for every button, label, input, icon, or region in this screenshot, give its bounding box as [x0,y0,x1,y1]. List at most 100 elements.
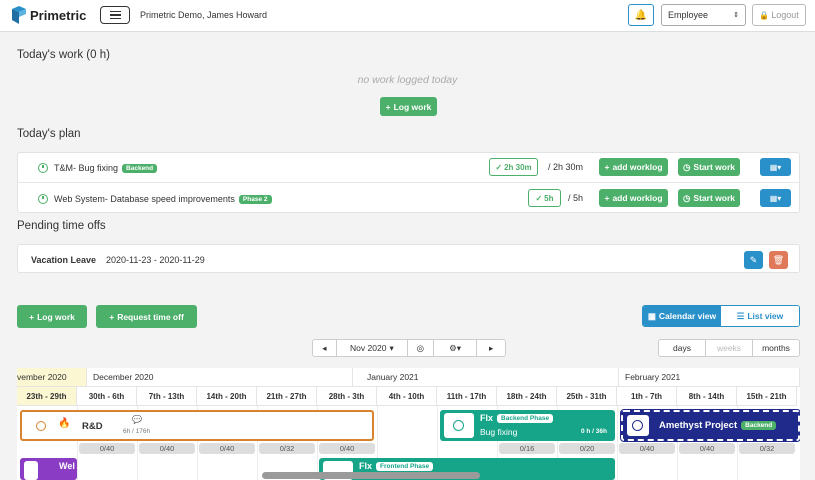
trash-icon: 🗑 [772,254,785,265]
project-name: Flx Backend Phase [480,413,554,424]
logged-time-button[interactable]: ✓ 2h 30m [489,158,538,176]
today-button[interactable]: ◎ [408,340,434,356]
week-header: 21th - 27th [257,387,317,406]
project-bar-rd[interactable]: 🔥 R&D 💬 6h / 176h [20,410,374,441]
hours-pill: 0/40 [79,443,135,454]
plan-task-name: T&M- Bug fixing Backend [54,163,158,174]
week-header: 30th - 6th [77,387,137,406]
target-icon: ◎ [416,342,425,353]
prev-button[interactable]: ◂ [313,340,337,356]
delete-timeoff-button[interactable]: 🗑 [769,251,788,269]
plus-icon: + [604,193,610,203]
month-picker[interactable]: Nov 2020 ▾ [337,340,409,356]
calendar-dropdown-button[interactable]: ▦▾ [760,189,791,207]
next-button[interactable]: ▸ [477,340,505,356]
hours-pill: 0/16 [499,443,555,454]
request-timeoff-button[interactable]: + Request time off [96,305,197,328]
bell-icon: 🔔 [634,9,648,21]
plan-row: T&M- Bug fixing Backend ✓ 2h 30m / 2h 30m … [18,153,801,183]
list-view-button[interactable]: ☰ List view [721,306,799,326]
list-icon: ☰ [736,310,745,321]
clock-icon [632,420,643,431]
pending-timeoffs-title: Pending time offs [17,220,106,232]
hours-pill: 0/32 [739,443,795,454]
todays-plan-title: Today's plan [17,128,81,140]
lock-icon: 🔒 [759,10,770,20]
add-worklog-button[interactable]: + add worklog [599,158,668,176]
planned-time: / 5h [568,193,584,203]
add-worklog-button[interactable]: + add worklog [599,189,668,207]
top-bar: Primetric Primetric Demo, James Howard 🔔… [0,0,815,32]
start-work-label: Start work [693,193,735,203]
scale-weeks-button[interactable]: weeks [706,340,753,356]
project-bar-amethyst[interactable]: Amethyst Project Backend [620,409,800,442]
week-header: 11th - 17th [437,387,497,406]
add-worklog-label: add worklog [612,193,663,203]
timeline-grid: vember 2020 December 2020 January 2021 F… [17,368,800,480]
plan-task-title: Web System- Database speed improvements [54,194,235,204]
role-select[interactable]: Employee ⇕ [661,4,746,26]
check-icon: ✓ [495,162,503,172]
week-header: 7th - 13th [137,387,197,406]
project-bar-web-partial[interactable]: Wel [20,458,77,480]
clock-icon [453,420,464,431]
app-logo[interactable]: Primetric [12,6,86,24]
week-header: 8th - 14th [677,387,737,406]
start-work-button[interactable]: ◷ Start work [678,189,740,207]
edit-timeoff-button[interactable]: ✎ [744,251,763,269]
caret-left-icon: ◂ [322,342,327,353]
scale-days-button[interactable]: days [659,340,706,356]
todays-work-title: Today's work (0 h) [17,49,110,61]
role-select-value: Employee [668,10,709,20]
menu-toggle-button[interactable] [100,6,130,24]
hours-pill: 0/40 [319,443,375,454]
timeline-horizontal-scrollbar[interactable] [262,472,480,479]
timeline-nav: ◂ Nov 2020 ▾ ◎ ⚙▾ ▸ [312,339,506,357]
month-header: January 2021 [353,368,619,387]
clock-icon: ◷ [683,161,691,172]
project-bar-flx-bug[interactable]: Flx Backend Phase Bug fixing 0 h / 36h [440,410,615,441]
phase-tag: Backend Phase [497,414,554,424]
month-header: December 2020 [87,368,353,387]
caret-right-icon: ▸ [489,342,494,353]
plus-icon: + [109,311,115,322]
week-header: 15th - 21th [737,387,797,406]
log-work-button[interactable]: + Log work [17,305,87,328]
phase-tag: Phase 2 [238,195,272,205]
clock-icon [36,421,46,431]
flame-icon: 🔥 [58,418,71,429]
calendar-view-label: Calendar view [658,311,717,321]
month-header: February 2021 [619,368,800,387]
project-hours: 6h / 176h [123,428,151,435]
comment-icon: 💬 [132,415,142,424]
log-work-today-button[interactable]: + Log work [380,97,437,116]
start-work-label: Start work [693,162,735,172]
logout-button[interactable]: 🔒 Logout [752,4,806,26]
clock-icon: ◷ [683,192,691,203]
scale-toggle: days weeks months [658,339,800,357]
phase-tag: Backend [122,164,158,174]
list-view-label: List view [747,311,784,321]
pencil-icon: ✎ [749,254,758,265]
start-work-button[interactable]: ◷ Start work [678,158,740,176]
week-header: 14th - 20th [197,387,257,406]
settings-dropdown[interactable]: ⚙▾ [434,340,478,356]
log-work-label: Log work [37,311,75,322]
plan-row: Web System- Database speed improvements P… [18,183,801,213]
scale-months-button[interactable]: months [753,340,799,356]
week-header: 18th - 24th [497,387,557,406]
request-timeoff-label: Request time off [117,311,184,322]
hours-pill: 0/20 [559,443,615,454]
gear-icon: ⚙▾ [449,342,461,353]
week-header: 1th - 7th [617,387,677,406]
logged-time-button[interactable]: ✓ 5h [528,189,561,207]
task-hours: 0 h / 36h [580,428,607,435]
notifications-button[interactable]: 🔔 [628,4,654,26]
month-header: vember 2020 [17,368,87,387]
plan-task-name: Web System- Database speed improvements P… [54,194,272,205]
calendar-icon: ▦▾ [769,193,782,203]
calendar-dropdown-button[interactable]: ▦▾ [760,158,791,176]
org-user-label: Primetric Demo, James Howard [140,10,268,20]
week-header: 28th - 3th [317,387,377,406]
calendar-view-button[interactable]: ▦ Calendar view [643,306,721,326]
